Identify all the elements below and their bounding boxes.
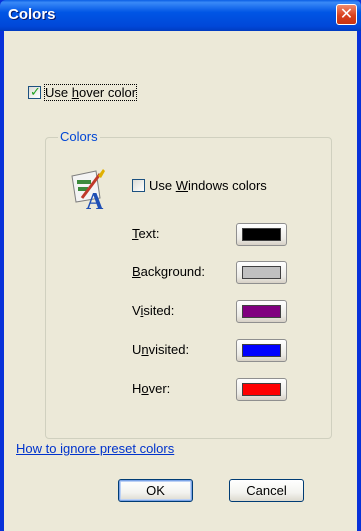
unvisited-color-label: Unvisited: bbox=[132, 342, 190, 357]
text-color-swatch bbox=[242, 228, 281, 241]
cancel-button[interactable]: Cancel bbox=[229, 479, 304, 502]
visited-color-button[interactable] bbox=[236, 300, 287, 323]
close-icon: ✕ bbox=[339, 6, 354, 23]
colors-group-title: Colors bbox=[58, 129, 100, 144]
ignore-preset-colors-link[interactable]: How to ignore preset colors bbox=[16, 441, 174, 456]
visited-color-swatch bbox=[242, 305, 281, 318]
dialog-title: Colors bbox=[8, 6, 56, 23]
paint-text-icon: A bbox=[71, 169, 105, 210]
use-hover-color-label[interactable]: Use hover color bbox=[43, 84, 138, 101]
background-color-label: Background: bbox=[132, 264, 205, 279]
close-button[interactable]: ✕ bbox=[336, 4, 357, 25]
text-color-button[interactable] bbox=[236, 223, 287, 246]
background-color-button[interactable] bbox=[236, 261, 287, 284]
use-hover-color-option[interactable]: Use hover color bbox=[28, 84, 138, 101]
svg-text:A: A bbox=[86, 189, 104, 210]
hover-color-swatch bbox=[242, 383, 281, 396]
use-windows-colors-option[interactable]: Use Windows colors bbox=[132, 178, 267, 193]
unvisited-color-button[interactable] bbox=[236, 339, 287, 362]
colors-dialog: Colors ✕ Use hover color Colors A Use bbox=[0, 0, 361, 531]
visited-color-label: Visited: bbox=[132, 303, 175, 318]
use-hover-color-checkbox[interactable] bbox=[28, 84, 41, 100]
unvisited-color-swatch bbox=[242, 344, 281, 357]
use-windows-colors-label[interactable]: Use Windows colors bbox=[149, 178, 267, 193]
dialog-body: Use hover color Colors A Use Windows col… bbox=[4, 31, 357, 531]
use-windows-colors-checkbox[interactable] bbox=[132, 179, 145, 192]
text-color-label: Text: bbox=[132, 226, 160, 241]
colors-group: Colors A Use Windows colors Text: Backgr… bbox=[45, 129, 332, 439]
background-color-swatch bbox=[242, 266, 281, 279]
hover-color-label: Hover: bbox=[132, 381, 171, 396]
hover-color-button[interactable] bbox=[236, 378, 287, 401]
title-bar[interactable]: Colors ✕ bbox=[0, 0, 361, 31]
ok-button[interactable]: OK bbox=[118, 479, 193, 502]
